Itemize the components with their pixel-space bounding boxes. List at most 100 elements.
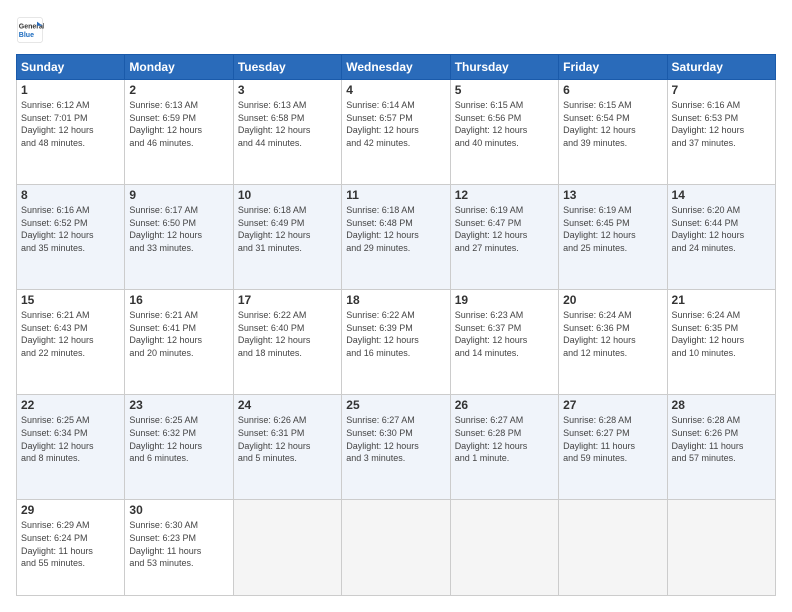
calendar-cell: 24Sunrise: 6:26 AM Sunset: 6:31 PM Dayli… [233, 395, 341, 500]
calendar-cell: 4 Sunrise: 6:14 AM Sunset: 6:57 PM Daylig… [342, 80, 450, 185]
day-number: 9 [129, 188, 228, 202]
weekday-header-monday: Monday [125, 55, 233, 80]
calendar-cell: 19 Sunrise: 6:23 AM Sunset: 6:37 PM Dayli… [450, 290, 558, 395]
day-info: Sunrise: 6:13 AM Sunset: 6:59 PM Dayligh… [129, 99, 228, 149]
day-number: 5 [455, 83, 554, 97]
calendar-cell: 6 Sunrise: 6:15 AM Sunset: 6:54 PM Daylig… [559, 80, 667, 185]
logo: General Blue [16, 16, 48, 44]
day-number: 28 [672, 398, 771, 412]
calendar-week-5: 29 Sunrise: 6:29 AM Sunset: 6:24 PM Dayli… [17, 500, 776, 596]
calendar-cell: 28 Sunrise: 6:28 AM Sunset: 6:26 PM Dayli… [667, 395, 775, 500]
weekday-header-wednesday: Wednesday [342, 55, 450, 80]
day-number: 27 [563, 398, 662, 412]
day-number: 15 [21, 293, 120, 307]
calendar-cell: 18Sunrise: 6:22 AM Sunset: 6:39 PM Dayli… [342, 290, 450, 395]
day-info: Sunrise: 6:25 AM Sunset: 6:34 PM Dayligh… [21, 414, 120, 464]
day-info: Sunrise: 6:20 AM Sunset: 6:44 PM Dayligh… [672, 204, 771, 254]
day-number: 3 [238, 83, 337, 97]
day-number: 25 [346, 398, 445, 412]
page: General Blue SundayMondayTuesdayWednesda… [0, 0, 792, 612]
day-info: Sunrise: 6:19 AM Sunset: 6:45 PM Dayligh… [563, 204, 662, 254]
svg-text:Blue: Blue [19, 32, 34, 39]
calendar-cell: 9Sunrise: 6:17 AM Sunset: 6:50 PM Daylig… [125, 185, 233, 290]
day-info: Sunrise: 6:16 AM Sunset: 6:53 PM Dayligh… [672, 99, 771, 149]
day-info: Sunrise: 6:14 AM Sunset: 6:57 PM Dayligh… [346, 99, 445, 149]
day-info: Sunrise: 6:18 AM Sunset: 6:48 PM Dayligh… [346, 204, 445, 254]
calendar-cell [233, 500, 341, 596]
calendar-cell: 25Sunrise: 6:27 AM Sunset: 6:30 PM Dayli… [342, 395, 450, 500]
day-number: 19 [455, 293, 554, 307]
day-info: Sunrise: 6:21 AM Sunset: 6:43 PM Dayligh… [21, 309, 120, 359]
day-number: 8 [21, 188, 120, 202]
logo-icon: General Blue [16, 16, 44, 44]
day-info: Sunrise: 6:21 AM Sunset: 6:41 PM Dayligh… [129, 309, 228, 359]
calendar-cell: 13Sunrise: 6:19 AM Sunset: 6:45 PM Dayli… [559, 185, 667, 290]
day-number: 14 [672, 188, 771, 202]
day-number: 23 [129, 398, 228, 412]
calendar-cell: 1 Sunrise: 6:12 AM Sunset: 7:01 PM Daylig… [17, 80, 125, 185]
calendar-table: SundayMondayTuesdayWednesdayThursdayFrid… [16, 54, 776, 596]
day-info: Sunrise: 6:12 AM Sunset: 7:01 PM Dayligh… [21, 99, 120, 149]
day-number: 6 [563, 83, 662, 97]
weekday-header-thursday: Thursday [450, 55, 558, 80]
calendar-cell: 21 Sunrise: 6:24 AM Sunset: 6:35 PM Dayli… [667, 290, 775, 395]
calendar-cell: 11Sunrise: 6:18 AM Sunset: 6:48 PM Dayli… [342, 185, 450, 290]
day-info: Sunrise: 6:28 AM Sunset: 6:27 PM Dayligh… [563, 414, 662, 464]
day-number: 10 [238, 188, 337, 202]
day-number: 24 [238, 398, 337, 412]
day-number: 2 [129, 83, 228, 97]
header: General Blue [16, 16, 776, 44]
day-number: 1 [21, 83, 120, 97]
day-number: 30 [129, 503, 228, 517]
calendar-cell: 26Sunrise: 6:27 AM Sunset: 6:28 PM Dayli… [450, 395, 558, 500]
calendar-week-2: 8 Sunrise: 6:16 AM Sunset: 6:52 PM Daylig… [17, 185, 776, 290]
calendar-cell: 8 Sunrise: 6:16 AM Sunset: 6:52 PM Daylig… [17, 185, 125, 290]
calendar-week-1: 1 Sunrise: 6:12 AM Sunset: 7:01 PM Daylig… [17, 80, 776, 185]
calendar-cell: 14 Sunrise: 6:20 AM Sunset: 6:44 PM Dayli… [667, 185, 775, 290]
calendar-week-4: 22 Sunrise: 6:25 AM Sunset: 6:34 PM Dayli… [17, 395, 776, 500]
day-number: 16 [129, 293, 228, 307]
day-info: Sunrise: 6:28 AM Sunset: 6:26 PM Dayligh… [672, 414, 771, 464]
day-number: 29 [21, 503, 120, 517]
day-info: Sunrise: 6:15 AM Sunset: 6:54 PM Dayligh… [563, 99, 662, 149]
calendar-cell: 27 Sunrise: 6:28 AM Sunset: 6:27 PM Dayli… [559, 395, 667, 500]
day-number: 4 [346, 83, 445, 97]
weekday-header-friday: Friday [559, 55, 667, 80]
calendar-cell: 2 Sunrise: 6:13 AM Sunset: 6:59 PM Daylig… [125, 80, 233, 185]
day-info: Sunrise: 6:16 AM Sunset: 6:52 PM Dayligh… [21, 204, 120, 254]
calendar-cell: 22 Sunrise: 6:25 AM Sunset: 6:34 PM Dayli… [17, 395, 125, 500]
day-info: Sunrise: 6:30 AM Sunset: 6:23 PM Dayligh… [129, 519, 228, 569]
calendar-cell: 3 Sunrise: 6:13 AM Sunset: 6:58 PM Daylig… [233, 80, 341, 185]
calendar-cell: 29 Sunrise: 6:29 AM Sunset: 6:24 PM Dayli… [17, 500, 125, 596]
day-info: Sunrise: 6:25 AM Sunset: 6:32 PM Dayligh… [129, 414, 228, 464]
calendar-cell [667, 500, 775, 596]
calendar-cell [450, 500, 558, 596]
calendar-cell: 10 Sunrise: 6:18 AM Sunset: 6:49 PM Dayli… [233, 185, 341, 290]
calendar-cell [559, 500, 667, 596]
day-info: Sunrise: 6:18 AM Sunset: 6:49 PM Dayligh… [238, 204, 337, 254]
day-number: 21 [672, 293, 771, 307]
calendar-cell [342, 500, 450, 596]
day-info: Sunrise: 6:19 AM Sunset: 6:47 PM Dayligh… [455, 204, 554, 254]
day-number: 12 [455, 188, 554, 202]
calendar-cell: 7 Sunrise: 6:16 AM Sunset: 6:53 PM Daylig… [667, 80, 775, 185]
day-info: Sunrise: 6:13 AM Sunset: 6:58 PM Dayligh… [238, 99, 337, 149]
day-info: Sunrise: 6:22 AM Sunset: 6:39 PM Dayligh… [346, 309, 445, 359]
calendar-week-3: 15 Sunrise: 6:21 AM Sunset: 6:43 PM Dayli… [17, 290, 776, 395]
calendar-cell: 20Sunrise: 6:24 AM Sunset: 6:36 PM Dayli… [559, 290, 667, 395]
day-number: 17 [238, 293, 337, 307]
calendar-header-row: SundayMondayTuesdayWednesdayThursdayFrid… [17, 55, 776, 80]
day-info: Sunrise: 6:29 AM Sunset: 6:24 PM Dayligh… [21, 519, 120, 569]
day-number: 20 [563, 293, 662, 307]
weekday-header-tuesday: Tuesday [233, 55, 341, 80]
calendar-cell: 16 Sunrise: 6:21 AM Sunset: 6:41 PM Dayli… [125, 290, 233, 395]
day-info: Sunrise: 6:15 AM Sunset: 6:56 PM Dayligh… [455, 99, 554, 149]
day-number: 22 [21, 398, 120, 412]
calendar-cell: 12 Sunrise: 6:19 AM Sunset: 6:47 PM Dayli… [450, 185, 558, 290]
calendar-cell: 23 Sunrise: 6:25 AM Sunset: 6:32 PM Dayli… [125, 395, 233, 500]
weekday-header-saturday: Saturday [667, 55, 775, 80]
day-info: Sunrise: 6:23 AM Sunset: 6:37 PM Dayligh… [455, 309, 554, 359]
day-info: Sunrise: 6:24 AM Sunset: 6:35 PM Dayligh… [672, 309, 771, 359]
day-number: 7 [672, 83, 771, 97]
calendar-cell: 5 Sunrise: 6:15 AM Sunset: 6:56 PM Daylig… [450, 80, 558, 185]
